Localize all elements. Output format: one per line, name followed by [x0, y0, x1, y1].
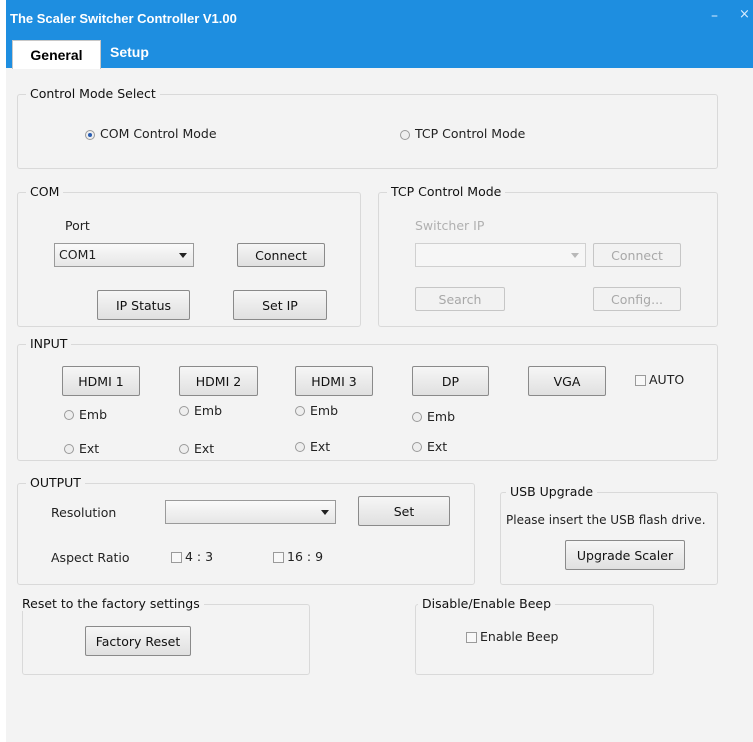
upgrade-scaler-button[interactable]: Upgrade Scaler	[565, 540, 685, 570]
title-bar: The Scaler Switcher Controller V1.00 – ×	[6, 0, 753, 38]
search-button[interactable]: Search	[415, 287, 505, 311]
hdmi-3-emb-radio[interactable]	[295, 406, 305, 416]
aspect-ratio-label: Aspect Ratio	[51, 550, 130, 565]
app-window: The Scaler Switcher Controller V1.00 – ×…	[6, 0, 753, 742]
hdmi-1-ext-label: Ext	[79, 441, 100, 456]
port-label: Port	[65, 218, 90, 233]
input-group	[17, 344, 718, 461]
dp-ext-label: Ext	[427, 439, 448, 454]
config-button[interactable]: Config...	[593, 287, 681, 311]
port-select[interactable]: COM1	[54, 243, 194, 267]
minimize-button[interactable]: –	[711, 8, 718, 24]
tcp-group-label: TCP Control Mode	[387, 184, 506, 199]
close-button[interactable]: ×	[739, 7, 750, 22]
enable-beep-label: Enable Beep	[480, 629, 559, 644]
input-group-label: INPUT	[26, 336, 72, 351]
dp-ext-radio[interactable]	[412, 442, 422, 452]
resolution-set-button[interactable]: Set	[358, 496, 450, 526]
hdmi-3-button[interactable]: HDMI 3	[295, 366, 373, 396]
aspect-4-3-checkbox[interactable]	[171, 552, 182, 563]
aspect-16-9-checkbox[interactable]	[273, 552, 284, 563]
control-mode-group-label: Control Mode Select	[26, 86, 160, 101]
dp-emb-label: Emb	[427, 409, 456, 424]
resolution-select[interactable]	[165, 500, 336, 524]
port-select-value: COM1	[59, 247, 97, 262]
hdmi-2-emb-label: Emb	[194, 403, 223, 418]
set-ip-button[interactable]: Set IP	[233, 290, 327, 320]
dp-emb-radio[interactable]	[412, 412, 422, 422]
beep-group-label: Disable/Enable Beep	[418, 596, 556, 611]
enable-beep-checkbox[interactable]	[466, 632, 477, 643]
switcher-ip-label: Switcher IP	[415, 218, 485, 233]
ip-status-button[interactable]: IP Status	[97, 290, 190, 320]
dp-button[interactable]: DP	[412, 366, 489, 396]
hdmi-2-ext-label: Ext	[194, 441, 215, 456]
tcp-mode-radio[interactable]	[400, 130, 410, 140]
hdmi-1-emb-label: Emb	[79, 407, 108, 422]
com-connect-button[interactable]: Connect	[237, 243, 325, 267]
tab-general[interactable]: General	[12, 40, 101, 69]
auto-checkbox[interactable]	[635, 375, 646, 386]
usb-upgrade-group	[500, 492, 718, 585]
com-group-label: COM	[26, 184, 64, 199]
aspect-4-3-label: 4 : 3	[185, 549, 214, 564]
chevron-down-icon	[571, 253, 579, 258]
vga-button[interactable]: VGA	[528, 366, 606, 396]
tcp-mode-label: TCP Control Mode	[415, 126, 526, 141]
window-title: The Scaler Switcher Controller V1.00	[10, 11, 237, 26]
output-group-label: OUTPUT	[26, 475, 85, 490]
hdmi-2-button[interactable]: HDMI 2	[179, 366, 258, 396]
auto-label: AUTO	[649, 372, 685, 387]
hdmi-2-ext-radio[interactable]	[179, 444, 189, 454]
com-mode-radio[interactable]	[85, 130, 95, 140]
chevron-down-icon	[179, 253, 187, 258]
hdmi-3-ext-label: Ext	[310, 439, 331, 454]
usb-upgrade-group-label: USB Upgrade	[506, 484, 598, 499]
hdmi-1-button[interactable]: HDMI 1	[62, 366, 140, 396]
factory-reset-button[interactable]: Factory Reset	[85, 626, 191, 656]
hdmi-1-ext-radio[interactable]	[64, 444, 74, 454]
factory-reset-group-label: Reset to the factory settings	[18, 596, 204, 611]
hdmi-3-emb-label: Emb	[310, 403, 339, 418]
chevron-down-icon	[321, 510, 329, 515]
hdmi-1-emb-radio[interactable]	[64, 410, 74, 420]
hdmi-3-ext-radio[interactable]	[295, 442, 305, 452]
hdmi-2-emb-radio[interactable]	[179, 406, 189, 416]
tcp-connect-button[interactable]: Connect	[593, 243, 681, 267]
switcher-ip-select[interactable]	[415, 243, 586, 267]
usb-message: Please insert the USB flash drive.	[506, 513, 706, 527]
resolution-label: Resolution	[51, 505, 117, 520]
tab-setup[interactable]: Setup	[110, 38, 180, 67]
aspect-16-9-label: 16 : 9	[287, 549, 324, 564]
com-mode-label: COM Control Mode	[100, 126, 217, 141]
